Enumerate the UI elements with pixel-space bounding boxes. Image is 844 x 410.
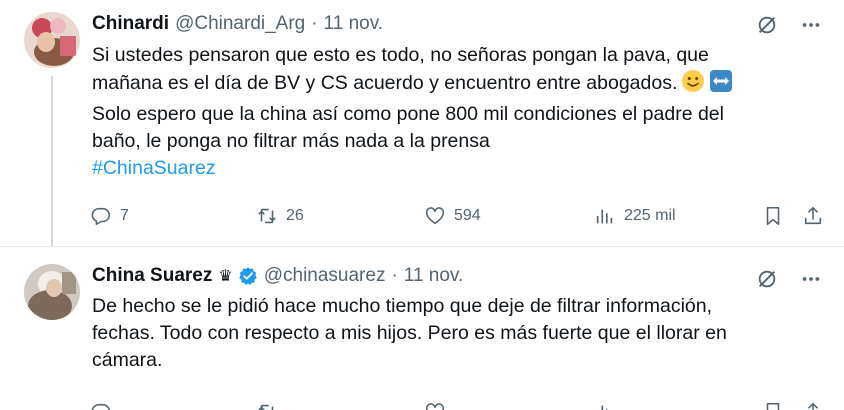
tweet[interactable]: Chinardi @Chinardi_Arg · 11 nov. Si uste… <box>0 0 844 246</box>
like-icon <box>425 207 445 225</box>
tweet-date[interactable]: 11 nov. <box>324 13 384 35</box>
bookmark-button[interactable] <box>762 205 784 227</box>
bookmark-icon <box>766 206 780 226</box>
share-button[interactable] <box>802 205 824 227</box>
display-name[interactable]: China Suarez <box>92 265 212 287</box>
separator: · <box>311 13 318 34</box>
like-button[interactable] <box>424 401 446 410</box>
avatar[interactable] <box>24 12 80 68</box>
avatar[interactable] <box>24 264 80 320</box>
grok-icon[interactable] <box>756 14 778 36</box>
tweet-text: De hecho se le pidió hace mucho tiempo q… <box>92 293 792 374</box>
repost-icon <box>258 404 274 410</box>
repost-button[interactable] <box>256 401 278 410</box>
tweet-line: cámara. <box>92 349 163 371</box>
tweet-header: China Suarez ♛ @chinasuarez · 11 nov. <box>92 263 463 289</box>
user-handle[interactable]: @Chinardi_Arg <box>175 13 305 35</box>
tweet-header: Chinardi @Chinardi_Arg · 11 nov. <box>92 11 383 37</box>
thread-line <box>51 76 53 246</box>
views-button[interactable] <box>594 401 616 410</box>
tweet-text: Si ustedes pensaron que esto es todo, no… <box>92 42 792 182</box>
tweet[interactable]: China Suarez ♛ @chinasuarez · 11 nov. De… <box>0 246 844 410</box>
slightly-smiling-face-icon <box>681 69 705 101</box>
action-bar: 7 26 594 225 mil <box>90 205 830 229</box>
like-button[interactable]: 594 <box>424 205 481 227</box>
reply-button[interactable] <box>90 401 112 410</box>
user-handle[interactable]: @chinasuarez <box>264 265 386 287</box>
separator: · <box>391 265 398 286</box>
like-count: 594 <box>454 207 481 224</box>
grok-icon[interactable] <box>756 268 778 290</box>
views-icon <box>596 209 613 224</box>
more-icon[interactable] <box>800 14 822 36</box>
repost-count: 26 <box>286 207 304 224</box>
action-bar <box>90 401 830 410</box>
reply-icon <box>91 403 110 410</box>
repost-button[interactable]: 26 <box>256 205 304 227</box>
tweet-line: fechas. Todo con respecto a mis hijos. P… <box>92 322 727 344</box>
more-icon[interactable] <box>800 268 822 290</box>
views-icon <box>601 405 608 410</box>
repost-icon <box>258 208 276 224</box>
bookmark-icon <box>766 402 780 410</box>
tweet-menu <box>756 268 822 290</box>
like-icon <box>425 403 445 410</box>
left-right-arrow-icon <box>709 69 733 101</box>
display-name[interactable]: Chinardi <box>92 13 169 35</box>
verified-badge-icon[interactable] <box>238 266 258 286</box>
tweet-line: De hecho se le pidió hace mucho tiempo q… <box>92 295 713 317</box>
hashtag-link[interactable]: #ChinaSuarez <box>92 157 216 179</box>
crown-badge: ♛ <box>218 268 233 285</box>
bookmark-button[interactable] <box>762 401 784 410</box>
tweet-line: mañana es el día de BV y CS acuerdo y en… <box>92 72 678 94</box>
reply-button[interactable]: 7 <box>90 205 129 227</box>
share-button[interactable] <box>802 401 824 410</box>
tweet-line: baño, le ponga no filtrar más nada a la … <box>92 130 490 152</box>
views-button[interactable]: 225 mil <box>594 205 676 227</box>
tweet-menu <box>756 14 822 36</box>
share-icon <box>804 206 822 225</box>
share-icon <box>807 402 819 410</box>
views-count: 225 mil <box>624 207 676 224</box>
tweet-line: Solo espero que la china así como pone 8… <box>92 103 724 125</box>
reply-icon <box>91 207 111 226</box>
tweet-line: Si ustedes pensaron que esto es todo, no… <box>92 44 709 66</box>
reply-count: 7 <box>120 207 129 224</box>
tweet-date[interactable]: 11 nov. <box>404 265 464 287</box>
